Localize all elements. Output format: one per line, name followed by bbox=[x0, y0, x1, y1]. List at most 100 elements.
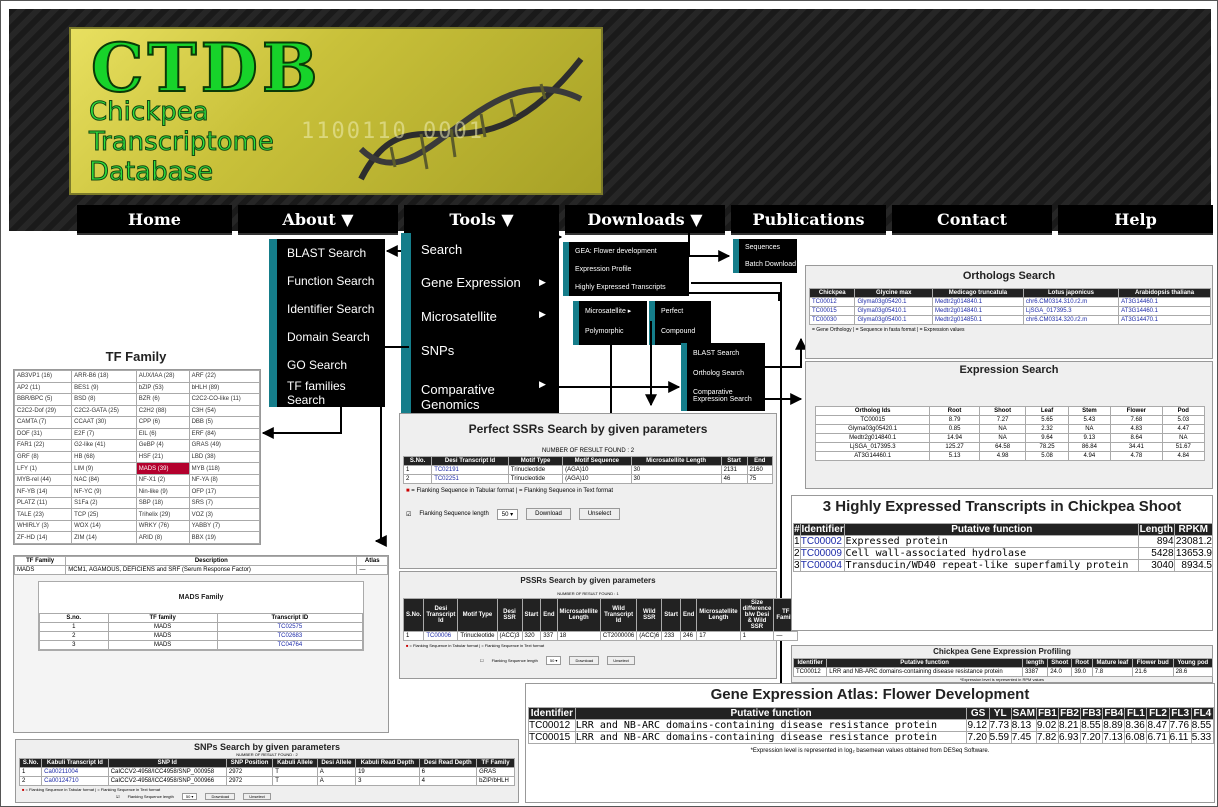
download-button[interactable]: Download bbox=[569, 656, 600, 665]
menu-domain-search[interactable]: Domain Search bbox=[277, 323, 385, 351]
menu-search[interactable]: Search bbox=[411, 233, 559, 265]
transcript-link[interactable]: TC00002 bbox=[799, 535, 846, 548]
tf-family-link[interactable]: C2C2-CO-like (11) bbox=[188, 393, 261, 406]
tf-family-link[interactable]: bZIP (53) bbox=[135, 381, 190, 395]
transcript-link[interactable]: Glyma03g05420.1 bbox=[854, 297, 933, 307]
tf-family-link[interactable]: SRS (7) bbox=[188, 496, 261, 510]
menu-snps[interactable]: SNPs bbox=[411, 333, 559, 367]
nav-tools[interactable]: Tools ▼ bbox=[404, 205, 559, 235]
transcript-link[interactable]: TC00006 bbox=[423, 631, 459, 641]
tf-family-link[interactable]: GRAS (49) bbox=[188, 439, 261, 452]
tf-family-link[interactable]: NF-X1 (2) bbox=[135, 473, 190, 487]
tf-family-link[interactable]: AUX/IAA (28) bbox=[135, 370, 190, 383]
transcript-link[interactable]: TC04764 bbox=[216, 640, 364, 650]
nav-publications[interactable]: Publications bbox=[731, 205, 886, 235]
tf-family-link[interactable]: OFP (17) bbox=[188, 485, 261, 498]
tf-family-link[interactable]: C2C2-GATA (25) bbox=[71, 404, 137, 418]
download-button[interactable]: Download bbox=[526, 508, 571, 520]
tf-family-link[interactable]: WRKY (76) bbox=[135, 519, 190, 533]
tf-family-link[interactable]: MADS (39) bbox=[135, 462, 190, 475]
tf-family-link[interactable]: ERF (84) bbox=[188, 427, 261, 441]
tf-family-link[interactable]: BBX (19) bbox=[188, 531, 261, 544]
menu-sequences[interactable]: Sequences bbox=[739, 239, 797, 256]
tf-family-link[interactable]: SBP (18) bbox=[135, 496, 190, 510]
tf-family-link[interactable]: BZR (6) bbox=[135, 393, 190, 406]
transcript-link[interactable]: LjSGA_017395.3 bbox=[1022, 306, 1120, 316]
menu-polymorphic[interactable]: Polymorphic bbox=[579, 321, 647, 341]
ctdb-logo[interactable]: 1100110 0001 CTDB Chickpea Transcriptome… bbox=[69, 27, 603, 195]
menu-function-search[interactable]: Function Search bbox=[277, 267, 385, 295]
transcript-link[interactable]: TC00030 bbox=[808, 315, 856, 325]
tf-family-link[interactable]: WOX (14) bbox=[71, 519, 137, 533]
tf-family-link[interactable]: ZF-HD (14) bbox=[13, 531, 73, 544]
tf-family-link[interactable]: YABBY (7) bbox=[188, 519, 261, 533]
tf-family-link[interactable]: GRF (8) bbox=[13, 450, 73, 464]
tf-family-link[interactable]: CCAAT (30) bbox=[71, 416, 137, 429]
tf-family-link[interactable]: Nin-like (9) bbox=[135, 485, 190, 498]
tf-family-link[interactable]: ARR-B6 (18) bbox=[71, 370, 137, 383]
menu-identifier-search[interactable]: Identifier Search bbox=[277, 295, 385, 323]
menu-microsatellite-sub[interactable]: Microsatellite ▸ bbox=[579, 301, 647, 321]
tf-family-link[interactable]: BES1 (9) bbox=[71, 381, 137, 395]
tf-family-link[interactable]: FAR1 (22) bbox=[13, 439, 73, 452]
transcript-link[interactable]: TC00015 bbox=[808, 306, 856, 316]
menu-microsatellite[interactable]: Microsatellite bbox=[411, 299, 559, 333]
flank-select[interactable]: 50 ▾ bbox=[545, 656, 562, 665]
tf-family-link[interactable]: Trihelix (29) bbox=[135, 508, 190, 521]
tf-family-link[interactable]: CPP (6) bbox=[135, 416, 190, 429]
tf-family-link[interactable]: VOZ (3) bbox=[188, 508, 261, 521]
transcript-link[interactable]: Glyma03g05400.1 bbox=[854, 315, 933, 325]
tf-family-link[interactable]: DOF (31) bbox=[13, 427, 73, 441]
tf-family-link[interactable]: DBB (5) bbox=[188, 416, 261, 429]
menu-ortholog-search[interactable]: Ortholog Search bbox=[687, 363, 765, 383]
tf-family-link[interactable]: EIL (6) bbox=[135, 427, 190, 441]
transcript-link[interactable]: Medtr2g014850.1 bbox=[932, 315, 1024, 325]
menu-blast-search[interactable]: BLAST Search bbox=[277, 239, 385, 267]
tf-family-link[interactable]: NF-YA (8) bbox=[188, 473, 261, 487]
tf-family-link[interactable]: C3H (54) bbox=[188, 404, 261, 418]
transcript-link[interactable]: Medtr2g014840.1 bbox=[932, 306, 1024, 316]
transcript-link[interactable]: chr6.CM0314.320.r2.m bbox=[1022, 315, 1120, 325]
transcript-link[interactable]: AT3G14460.1 bbox=[1118, 297, 1211, 307]
transcript-link[interactable]: Glyma03g05410.1 bbox=[854, 306, 933, 316]
nav-contact[interactable]: Contact bbox=[892, 205, 1052, 235]
transcript-link[interactable]: TC02683 bbox=[216, 631, 364, 641]
tf-family-link[interactable]: NF-YC (9) bbox=[71, 485, 137, 498]
nav-about[interactable]: About ▼ bbox=[238, 205, 398, 235]
download-button[interactable]: Download bbox=[205, 793, 236, 800]
menu-comp-expression[interactable]: Comparative Expression Search bbox=[687, 383, 765, 409]
tf-family-link[interactable]: HSF (21) bbox=[135, 450, 190, 464]
tf-family-link[interactable]: E2F (7) bbox=[71, 427, 137, 441]
transcript-link[interactable]: TC00012 bbox=[808, 297, 856, 307]
transcript-link[interactable]: TC02575 bbox=[216, 622, 364, 632]
tf-family-link[interactable]: HB (68) bbox=[71, 450, 137, 464]
tf-family-link[interactable]: MYB (118) bbox=[188, 462, 261, 475]
tf-family-link[interactable]: LFY (1) bbox=[13, 462, 73, 475]
tf-family-link[interactable]: PLATZ (11) bbox=[13, 496, 73, 510]
tf-family-link[interactable]: ARID (8) bbox=[135, 531, 190, 544]
tf-family-link[interactable]: G2-like (41) bbox=[71, 439, 137, 452]
menu-compound[interactable]: Compound bbox=[655, 321, 711, 341]
nav-downloads[interactable]: Downloads ▼ bbox=[565, 205, 725, 235]
tf-family-link[interactable]: MYB-rel (44) bbox=[13, 473, 73, 487]
menu-highly-expressed[interactable]: Highly Expressed Transcripts bbox=[569, 278, 689, 296]
transcript-link[interactable]: TC02191 bbox=[431, 465, 509, 475]
nav-home[interactable]: Home bbox=[77, 205, 232, 235]
tf-family-link[interactable]: NAC (84) bbox=[71, 473, 137, 487]
menu-perfect[interactable]: Perfect bbox=[655, 301, 711, 321]
transcript-link[interactable]: Ca00124710 bbox=[41, 776, 109, 786]
tf-family-link[interactable]: BBR/BPC (5) bbox=[13, 393, 73, 406]
flank-checkbox[interactable]: ☐ bbox=[480, 658, 484, 663]
tf-family-link[interactable]: BSD (8) bbox=[71, 393, 137, 406]
transcript-link[interactable]: Ca00211004 bbox=[41, 767, 109, 777]
flank-select[interactable]: 50 ▾ bbox=[496, 508, 519, 520]
transcript-link[interactable]: TC00009 bbox=[799, 547, 846, 560]
transcript-link[interactable]: chr6.CM0314.310.r2.m bbox=[1022, 297, 1120, 307]
transcript-link[interactable]: TC00004 bbox=[799, 559, 846, 572]
tf-family-link[interactable]: C2C2-Dof (29) bbox=[13, 404, 73, 418]
tf-family-link[interactable]: bHLH (89) bbox=[188, 381, 261, 395]
menu-comp-blast[interactable]: BLAST Search bbox=[687, 343, 765, 363]
flank-checkbox[interactable]: ☑ bbox=[406, 511, 411, 518]
tf-family-link[interactable]: AP2 (11) bbox=[13, 381, 73, 395]
tf-family-link[interactable]: TALE (23) bbox=[13, 508, 73, 521]
